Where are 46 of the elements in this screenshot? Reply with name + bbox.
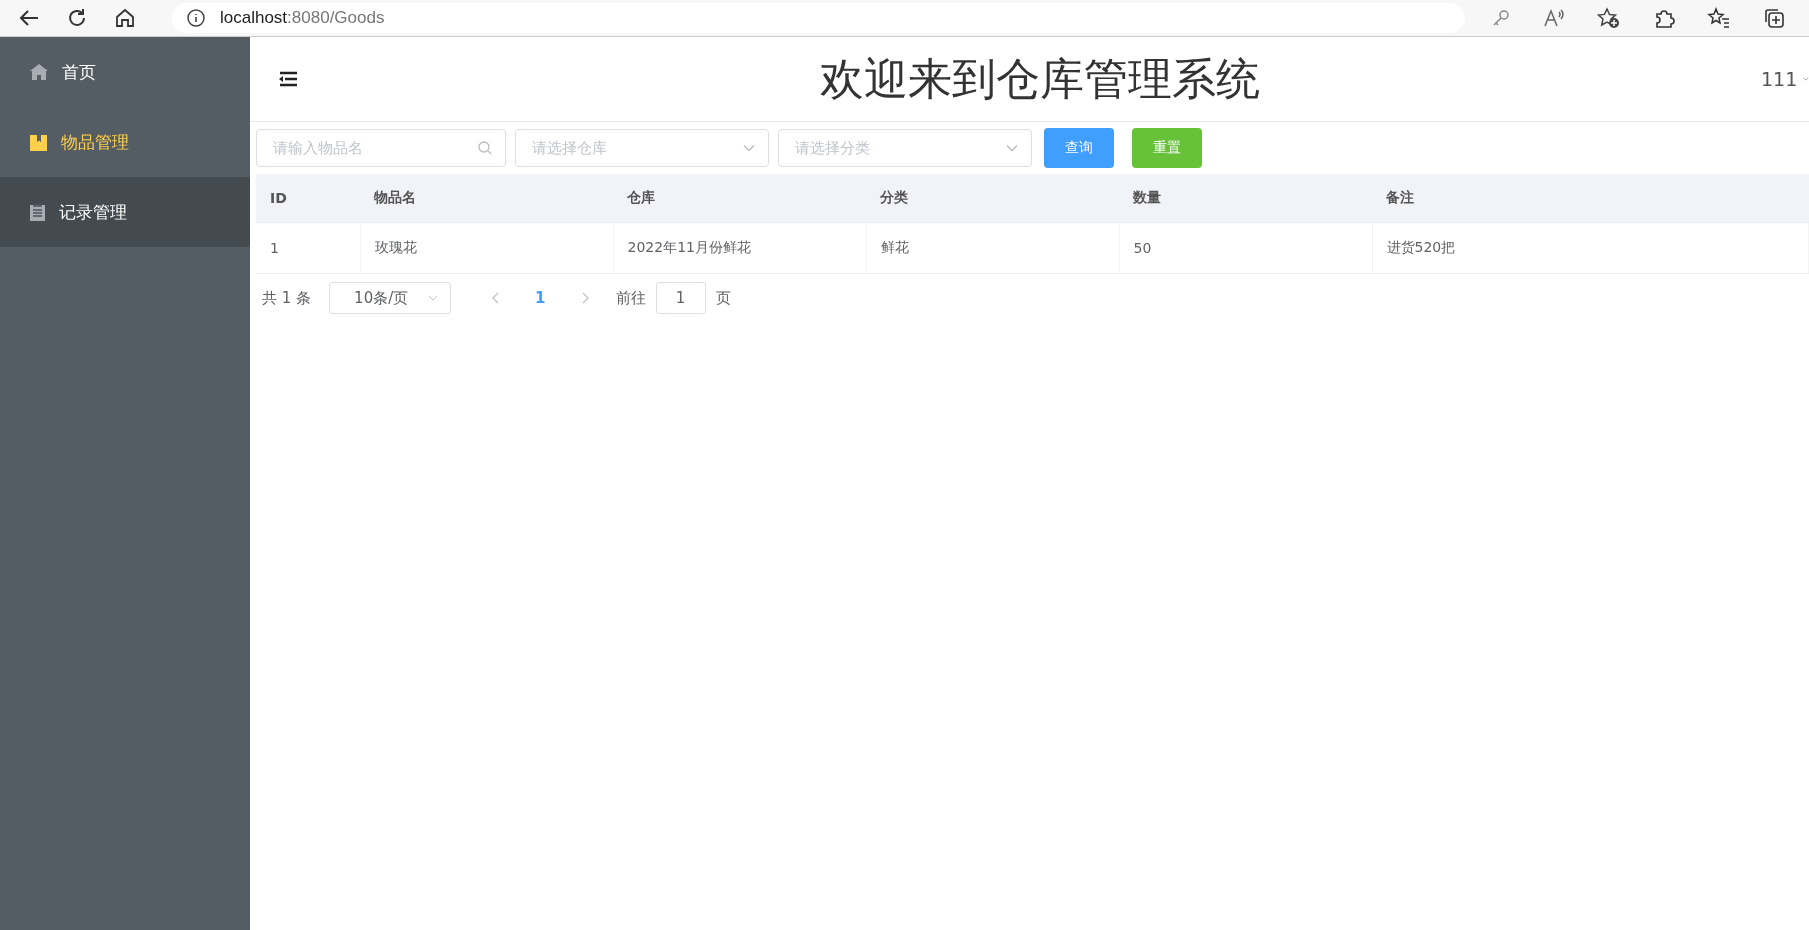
reload-icon[interactable] — [66, 7, 88, 29]
collections-icon[interactable] — [1763, 7, 1785, 29]
home-icon — [30, 64, 48, 80]
storage-select[interactable]: 请选择仓库 — [515, 129, 769, 167]
column-header: 分类 — [866, 174, 1119, 223]
search-field[interactable]: 请输入物品名 — [256, 129, 506, 167]
address-bar[interactable]: localhost:8080/Goods — [172, 3, 1465, 33]
chevron-down-icon — [428, 295, 439, 301]
category-select[interactable]: 请选择分类 — [778, 129, 1032, 167]
column-header: 物品名 — [360, 174, 613, 223]
search-icon — [478, 141, 492, 155]
chevron-down-icon — [1006, 144, 1018, 152]
info-icon[interactable] — [186, 8, 206, 28]
read-aloud-icon[interactable] — [1543, 8, 1565, 28]
sidebar-item[interactable]: 物品管理 — [0, 107, 250, 177]
back-icon[interactable] — [18, 9, 40, 27]
home-icon[interactable] — [114, 7, 136, 29]
table-cell: 鲜花 — [866, 222, 1119, 274]
book-icon — [30, 133, 47, 151]
page-title: 欢迎来到仓库管理系统 — [818, 51, 1261, 106]
sidebar-item[interactable]: 记录管理 — [0, 177, 250, 247]
column-header: ID — [256, 174, 360, 223]
table-cell: 50 — [1119, 222, 1372, 274]
menu-fold-icon[interactable] — [278, 71, 298, 87]
page-suffix: 页 — [715, 288, 731, 308]
puzzle-icon[interactable] — [1653, 7, 1675, 29]
key-icon[interactable] — [1491, 8, 1511, 28]
table-cell: 1 — [256, 222, 360, 274]
favorite-add-icon[interactable] — [1597, 7, 1621, 29]
column-header: 数量 — [1119, 174, 1372, 223]
clipboard-icon — [30, 203, 45, 221]
total-count: 共 1 条 — [262, 288, 312, 308]
goto-label: 前往 — [615, 288, 646, 308]
url-text: localhost:8080/Goods — [220, 8, 385, 28]
column-header: 仓库 — [613, 174, 866, 223]
table-cell: 2022年11月份鲜花 — [613, 222, 866, 274]
page-size-select[interactable]: 10条/页 — [329, 282, 452, 314]
caret-icon — [1803, 76, 1809, 82]
favorites-icon[interactable] — [1707, 7, 1731, 29]
table-cell: 玫瑰花 — [360, 222, 613, 274]
table-cell: 进货520把 — [1372, 222, 1809, 274]
column-header: 备注 — [1372, 174, 1809, 223]
sidebar-item[interactable]: 首页 — [0, 37, 250, 107]
user-dropdown[interactable]: 111 — [1761, 68, 1809, 90]
chevron-down-icon — [743, 144, 755, 152]
page-input[interactable]: 1 — [655, 282, 706, 314]
